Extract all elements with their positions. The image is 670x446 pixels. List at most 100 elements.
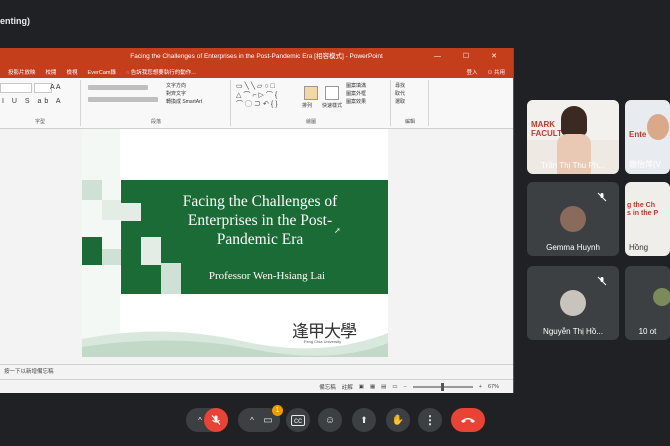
end-call-icon <box>461 418 475 423</box>
menu-slideshow[interactable]: 投影片放映 <box>8 68 36 76</box>
participant-name: Gemma Huynh <box>546 243 600 252</box>
presenting-label: enting) <box>0 16 30 26</box>
person-icon: ⚇ <box>487 69 493 76</box>
notes-toggle[interactable]: 備忘稿 <box>319 383 336 391</box>
notes-pane[interactable]: 按一下以新增備忘稿 <box>0 364 513 378</box>
chevron-up-icon[interactable]: ^ <box>198 416 202 425</box>
mic-off-icon <box>597 192 607 202</box>
captions-button[interactable]: cc <box>286 408 310 432</box>
participant-name: 10 ot <box>638 327 657 336</box>
font-format-buttons[interactable]: I U S ab A <box>2 98 64 105</box>
zoom-level[interactable]: 67% <box>488 384 499 390</box>
ribbon-group-editing: 尋找 取代 選取 編輯 <box>392 80 429 126</box>
meet-top-bar: enting) <box>0 0 670 40</box>
ribbon-group-paragraph: 文字方向 對齊文字 轉換成 SmartArt 段落 <box>82 80 231 126</box>
replace-button[interactable]: 取代 <box>395 90 405 98</box>
chevron-up-icon[interactable]: ^ <box>250 416 254 425</box>
mouse-cursor-icon: ➚ <box>334 226 341 235</box>
mic-off-icon <box>597 276 607 286</box>
emoji-icon: ☺ <box>324 414 336 426</box>
participant-tile[interactable]: 10 ot <box>625 266 670 340</box>
ppt-menu-bar: 投影片放映 校閱 檢視 EverCam錄 ◌ 告訴我您想要執行的動作... 登入… <box>0 65 513 78</box>
list-buttons[interactable] <box>88 85 148 90</box>
view-sorter-icon[interactable]: ▦ <box>370 384 375 390</box>
lightbulb-icon: ◌ <box>125 69 130 76</box>
slide-canvas[interactable]: Facing the Challenges of Enterprises in … <box>82 129 388 357</box>
find-button[interactable]: 尋找 <box>395 82 405 90</box>
participant-name: Nguyễn Thị Hồ... <box>543 327 603 336</box>
ribbon-label-drawing: 繪圖 <box>305 119 316 125</box>
more-vert-icon: ⋮ <box>424 413 436 427</box>
tell-me-label: 告訴我您想要執行的動作... <box>130 69 196 76</box>
comments-toggle[interactable]: 註解 <box>342 383 353 391</box>
shape-outline-button[interactable]: 圖案外框 <box>346 90 366 98</box>
sign-in-link[interactable]: 登入 <box>467 68 478 76</box>
participant-name: Trần Thị Thu Ph... <box>541 161 605 170</box>
zoom-out-icon[interactable]: − <box>404 384 407 390</box>
mic-off-icon <box>211 415 221 425</box>
camera-toggle-button[interactable]: ▭ 1 <box>256 405 283 432</box>
tell-me-search[interactable]: ◌ 告訴我您想要執行的動作... <box>126 68 196 76</box>
shapes-gallery[interactable]: ▭╲╲▱○□ △⌒⌐▷⌒{⌒◯⊃↶{} <box>236 82 280 109</box>
participant-video <box>561 106 587 136</box>
reactions-button[interactable]: ☺ <box>318 408 342 432</box>
select-button[interactable]: 選取 <box>395 98 405 106</box>
zoom-in-icon[interactable]: + <box>479 384 482 390</box>
notes-placeholder: 按一下以新增備忘稿 <box>4 369 54 375</box>
text-direction-button[interactable]: 文字方向 <box>166 82 202 90</box>
ribbon-group-drawing: ▭╲╲▱○□ △⌒⌐▷⌒{⌒◯⊃↶{} 排列 快速樣式 圖案填滿 圖案外框 圖案效… <box>232 80 391 126</box>
university-logo-sub: Feng Chia University <box>304 339 342 344</box>
ppt-window-title: Facing the Challenges of Enterprises in … <box>130 53 383 60</box>
leave-call-button[interactable] <box>451 408 485 432</box>
slide-author: Professor Wen-Hsiang Lai <box>208 270 326 282</box>
zoom-slider[interactable] <box>412 383 473 391</box>
ppt-ribbon: I U S ab A A A 字型 文字方向 對齊文字 轉換成 SmartArt… <box>0 78 513 129</box>
shape-effects-button[interactable]: 圖案效果 <box>346 98 366 106</box>
zoom-slider-thumb[interactable] <box>440 383 444 391</box>
shape-fill-button[interactable]: 圖案填滿 <box>346 82 366 90</box>
participant-tile[interactable]: MARK FACULTY Trần Thị Thu Ph... <box>527 100 619 174</box>
view-slideshow-icon[interactable]: ▭ <box>392 384 397 390</box>
more-options-button[interactable]: ⋮ <box>418 408 442 432</box>
quick-styles-button[interactable]: 快速樣式 <box>322 102 342 109</box>
convert-smartart-button[interactable]: 轉換成 SmartArt <box>166 98 202 106</box>
participant-name: 簡怡萍(V <box>629 160 661 169</box>
font-name-box[interactable] <box>0 83 32 93</box>
share-label: 共用 <box>493 69 505 76</box>
ribbon-group-font: I U S ab A A A 字型 <box>0 80 81 126</box>
slide-title: Facing the Challenges of Enterprises in … <box>182 193 338 248</box>
participant-avatar <box>653 288 670 306</box>
present-button[interactable]: ⬆ <box>352 408 376 432</box>
font-grow-icons[interactable]: A A <box>50 84 61 91</box>
ribbon-label-editing: 編輯 <box>404 119 415 125</box>
window-controls[interactable]: — ☐ ✕ <box>434 48 507 65</box>
quick-styles-icon[interactable] <box>325 86 339 100</box>
shared-powerpoint-window: Facing the Challenges of Enterprises in … <box>0 48 514 393</box>
ribbon-label-paragraph: 段落 <box>150 119 161 125</box>
view-reading-icon[interactable]: ▤ <box>381 384 386 390</box>
menu-view[interactable]: 檢視 <box>67 68 78 76</box>
mic-toggle-button[interactable] <box>204 408 228 432</box>
menu-evercam[interactable]: EverCam錄 <box>88 68 116 76</box>
participant-tile[interactable]: Nguyễn Thị Hồ... <box>527 266 619 340</box>
participant-avatar <box>560 290 586 316</box>
ppt-title-bar: Facing the Challenges of Enterprises in … <box>0 48 513 65</box>
raise-hand-button[interactable]: ✋ <box>386 408 410 432</box>
participant-tile[interactable]: Gemma Huynh <box>527 182 619 256</box>
warning-badge: 1 <box>272 405 283 416</box>
align-buttons[interactable] <box>88 97 158 102</box>
share-button[interactable]: ⚇ 共用 <box>488 68 505 76</box>
participant-tile[interactable]: Ente 簡怡萍(V <box>625 100 670 174</box>
hand-icon: ✋ <box>391 414 405 426</box>
participant-tile[interactable]: g the Ch s in the P Hồng <box>625 182 670 256</box>
present-screen-icon: ⬆ <box>360 414 368 425</box>
ppt-status-bar: 備忘稿 註解 ▣ ▦ ▤ ▭ − + 67% <box>0 379 513 393</box>
menu-review[interactable]: 校閱 <box>46 68 57 76</box>
arrange-button[interactable]: 排列 <box>302 102 312 109</box>
university-logo: 逢甲大學 Feng Chia University <box>292 317 384 349</box>
align-text-button[interactable]: 對齊文字 <box>166 90 202 98</box>
arrange-icon[interactable] <box>304 86 318 100</box>
participant-avatar <box>560 206 586 232</box>
view-normal-icon[interactable]: ▣ <box>359 384 364 390</box>
ribbon-label-font: 字型 <box>34 119 45 125</box>
